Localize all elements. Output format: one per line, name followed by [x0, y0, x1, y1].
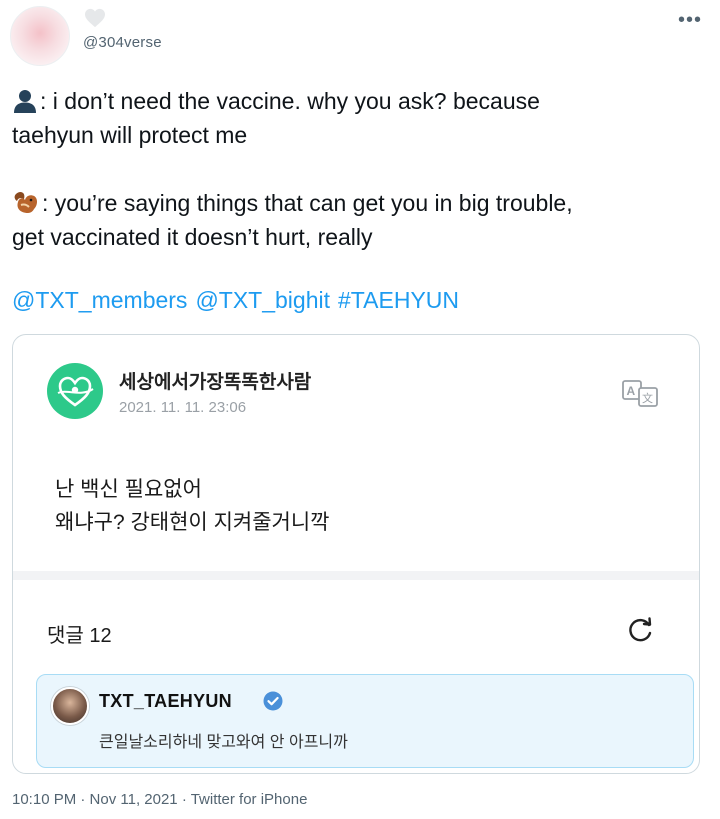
embedded-post-card[interactable]: 세상에서가장똑똑한사람 2021. 11. 11. 23:06 A 文 난 백신…	[12, 334, 700, 774]
artist-reply[interactable]: TXT_TAEHYUN 큰일날소리하네 맞고와여 안 아프니까	[36, 674, 694, 768]
tweet-line-4: get vaccinated it doesn’t hurt, really	[12, 224, 373, 250]
community-logo	[47, 363, 103, 419]
tweet-timestamp[interactable]: 10:10 PM · Nov 11, 2021 · Twitter for iP…	[12, 791, 307, 808]
reply-avatar[interactable]	[51, 687, 89, 725]
heart-icon[interactable]	[84, 8, 106, 28]
chipmunk-icon	[14, 191, 37, 213]
post-body-line-1: 난 백신 필요없어	[55, 478, 202, 501]
post-body: 난 백신 필요없어 왜냐구? 강태현이 지켜줄거니깍	[55, 473, 330, 539]
tweet-line-3: : you’re saying things that can get you …	[42, 190, 573, 216]
profile-avatar[interactable]	[10, 6, 70, 66]
svg-text:A: A	[627, 384, 636, 398]
post-author[interactable]: 세상에서가장똑똑한사람	[119, 367, 311, 394]
person-silhouette-icon	[14, 90, 36, 113]
refresh-icon[interactable]	[625, 615, 655, 645]
more-dots-icon[interactable]: •••	[678, 10, 702, 30]
reply-author[interactable]: TXT_TAEHYUN	[99, 691, 232, 712]
mention-txt-bighit[interactable]: @TXT_bighit	[195, 287, 330, 313]
svg-text:文: 文	[642, 391, 653, 405]
verified-badge-icon	[263, 691, 283, 711]
comments-count[interactable]: 댓글 12	[47, 619, 112, 648]
mentions-row: @TXT_members @TXT_bighit #TAEHYUN	[12, 287, 467, 314]
reply-text: 큰일날소리하네 맞고와여 안 아프니까	[99, 734, 348, 751]
tweet-paragraph-2: : you’re saying things that can get you …	[12, 186, 702, 254]
post-date: 2021. 11. 11. 23:06	[119, 399, 247, 416]
mention-txt-members[interactable]: @TXT_members	[12, 287, 187, 313]
tweet-line-2: taehyun will protect me	[12, 122, 248, 148]
hashtag-taehyun[interactable]: #TAEHYUN	[338, 287, 459, 313]
card-divider	[13, 571, 699, 580]
tweet-paragraph-1: : i don’t need the vaccine. why you ask?…	[12, 84, 702, 152]
post-body-line-2: 왜냐구? 강태현이 지켜줄거니깍	[55, 511, 330, 534]
translate-icon[interactable]: A 文	[621, 378, 661, 408]
heart-logo-icon	[57, 376, 94, 407]
tweet-line-1: : i don’t need the vaccine. why you ask?…	[40, 88, 540, 114]
user-handle[interactable]: @304verse	[83, 34, 162, 51]
